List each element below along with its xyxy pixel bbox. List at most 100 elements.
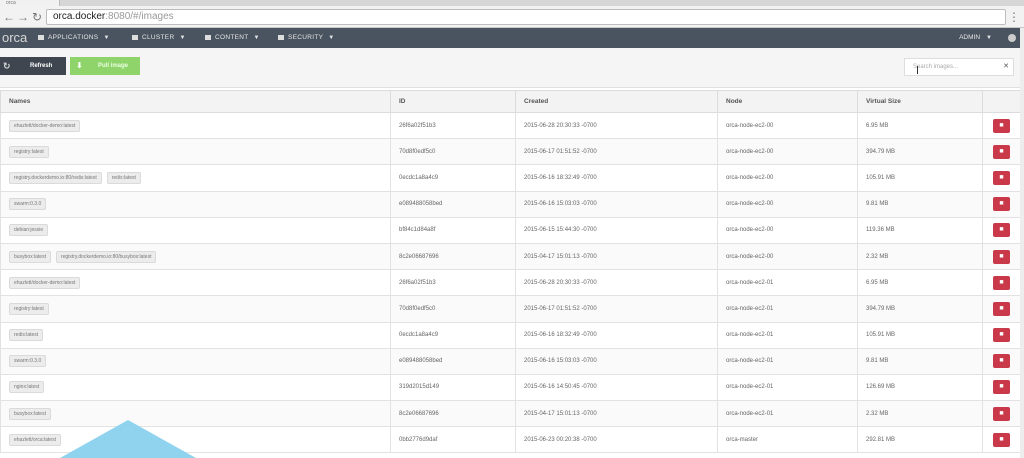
cell-node: orca-node-ec2-00: [717, 111, 858, 140]
cell-names: redis:latest: [0, 321, 391, 349]
trash-icon: ■: [999, 226, 1004, 234]
cell-names: registry:latest: [0, 295, 391, 323]
table-row: redis:latest 0ecdc1a8a4c9 2015-06-16 18:32…: [0, 321, 1021, 349]
cell-actions: ■: [982, 111, 1021, 140]
cell-actions: ■: [982, 426, 1021, 454]
image-name-tag[interactable]: registry.dockerdemo.io:80/redis:latest: [9, 171, 102, 184]
delete-image-button[interactable]: ■: [993, 170, 1010, 185]
trash-icon: ■: [999, 304, 1004, 312]
image-name-tag[interactable]: swarm:0.3.0: [9, 198, 47, 211]
chevron-down-icon: ▼: [179, 35, 186, 41]
nav-security[interactable]: SECURITY ▼: [278, 28, 335, 48]
image-name-tag[interactable]: ehazlett/docker-demo:latest: [9, 276, 81, 289]
cell-names: swarm:0.3.0: [0, 190, 391, 218]
image-name-tag[interactable]: registry:latest: [9, 145, 49, 158]
cell-size: 9.81 MB: [857, 190, 983, 218]
refresh-button[interactable]: ↻ Refresh: [0, 57, 66, 75]
close-icon[interactable]: ✕: [1003, 59, 1009, 75]
column-header-names[interactable]: Names: [0, 90, 391, 113]
cell-id: 8c2e06687696: [390, 400, 516, 428]
image-name-tag[interactable]: ehazlett/orca:latest: [9, 433, 61, 446]
lock-icon: [278, 35, 284, 40]
column-header-created[interactable]: Created: [515, 90, 718, 113]
nav-applications[interactable]: APPLICATIONS ▼: [38, 28, 110, 48]
image-name-tag[interactable]: nginx:latest: [9, 381, 45, 394]
table-row: ehazlett/docker-demo:latest 26f6a02f51b3 2…: [0, 269, 1021, 297]
cell-actions: ■: [982, 347, 1021, 375]
search-placeholder: Search images...: [913, 64, 959, 70]
cell-actions: ■: [982, 321, 1021, 349]
cell-size: 394.79 MB: [857, 295, 983, 323]
images-toolbar: ↻ Refresh ⬇ Pull image: [0, 48, 1024, 88]
cell-id: e089488058bed: [390, 190, 516, 218]
cell-actions: ■: [982, 164, 1021, 192]
pull-image-button[interactable]: ⬇ Pull image: [70, 57, 140, 75]
cell-created: 2015-06-15 15:44:30 -0700: [515, 216, 718, 244]
delete-image-button[interactable]: ■: [993, 432, 1010, 447]
cell-id: 70d8f0edf5c0: [390, 138, 516, 166]
trash-icon: ■: [999, 121, 1004, 129]
cell-id: bf84c1d84a8f: [390, 216, 516, 244]
page-scrollbar[interactable]: [1020, 28, 1024, 458]
cell-created: 2015-06-16 14:50:45 -0700: [515, 373, 718, 402]
search-input[interactable]: Search images... ✕: [904, 58, 1014, 76]
nav-cluster[interactable]: CLUSTER ▼: [132, 28, 186, 48]
image-name-tag[interactable]: busybox:latest: [9, 250, 51, 263]
cell-node: orca-node-ec2-01: [717, 347, 858, 375]
cell-id: 70d8f0edf5c0: [390, 295, 516, 323]
image-name-tag[interactable]: swarm:0.3.0: [9, 355, 47, 368]
delete-image-button[interactable]: ■: [993, 197, 1010, 212]
column-header-actions: [982, 90, 1021, 113]
image-name-tag[interactable]: ehazlett/docker-demo:latest: [9, 119, 81, 132]
cell-actions: ■: [982, 138, 1021, 166]
cell-node: orca-node-ec2-00: [717, 216, 858, 244]
delete-image-button[interactable]: ■: [993, 223, 1010, 238]
chevron-down-icon: ▼: [328, 35, 335, 41]
top-navbar: orca APPLICATIONS ▼ CLUSTER ▼ CONTENT ▼ SEC…: [0, 28, 1024, 48]
table-row: registry.dockerdemo.io:80/redis:latest re…: [0, 164, 1021, 192]
delete-image-button[interactable]: ■: [993, 328, 1010, 343]
delete-image-button[interactable]: ■: [993, 249, 1010, 264]
trash-icon: ■: [999, 357, 1004, 365]
cell-created: 2015-06-16 15:03:03 -0700: [515, 190, 718, 218]
user-menu[interactable]: ADMIN ▼: [959, 28, 992, 48]
browser-menu-icon[interactable]: ⋮: [1008, 10, 1020, 24]
cell-size: 126.69 MB: [857, 373, 983, 402]
cell-size: 9.81 MB: [857, 347, 983, 375]
delete-image-button[interactable]: ■: [993, 354, 1010, 369]
delete-image-button[interactable]: ■: [993, 406, 1010, 421]
delete-image-button[interactable]: ■: [993, 301, 1010, 316]
image-name-tag[interactable]: redis:latest: [106, 171, 141, 184]
nav-content[interactable]: CONTENT ▼: [205, 28, 260, 48]
column-header-id[interactable]: ID: [390, 90, 516, 113]
image-name-tag[interactable]: registry:latest: [9, 302, 49, 315]
nav-content-label: CONTENT: [215, 34, 249, 41]
reload-icon[interactable]: ↻: [30, 10, 44, 24]
image-name-tag[interactable]: debian:jessie: [9, 224, 49, 237]
cell-id: 8c2e06687696: [390, 242, 516, 271]
cell-actions: ■: [982, 242, 1021, 271]
table-row: debian:jessie bf84c1d84a8f 2015-06-15 15:4…: [0, 216, 1021, 244]
brand-logo[interactable]: orca: [2, 30, 27, 46]
cell-node: orca-node-ec2-00: [717, 164, 858, 192]
cell-names: ehazlett/docker-demo:latest: [0, 111, 391, 140]
cell-created: 2015-06-17 01:51:52 -0700: [515, 295, 718, 323]
column-header-node[interactable]: Node: [717, 90, 858, 113]
delete-image-button[interactable]: ■: [993, 118, 1010, 133]
column-header-size[interactable]: Virtual Size: [857, 90, 983, 113]
cell-size: 6.95 MB: [857, 269, 983, 297]
cell-node: orca-node-ec2-01: [717, 373, 858, 402]
table-row: swarm:0.3.0 e089488058bed 2015-06-16 15:03…: [0, 190, 1021, 218]
forward-arrow-icon[interactable]: →: [16, 10, 30, 24]
image-name-tag[interactable]: busybox:latest: [9, 407, 51, 420]
delete-image-button[interactable]: ■: [993, 275, 1010, 290]
image-name-tag[interactable]: registry.dockerdemo.io:80/busybox:latest: [55, 250, 157, 263]
image-name-tag[interactable]: redis:latest: [9, 329, 44, 342]
back-arrow-icon[interactable]: ←: [2, 10, 16, 24]
cell-node: orca-node-ec2-00: [717, 190, 858, 218]
refresh-button-label: Refresh: [30, 63, 53, 69]
delete-image-button[interactable]: ■: [993, 144, 1010, 159]
url-input[interactable]: orca.docker:8080/#/images: [46, 9, 1006, 25]
delete-image-button[interactable]: ■: [993, 380, 1010, 395]
user-avatar-icon[interactable]: [1008, 34, 1016, 42]
